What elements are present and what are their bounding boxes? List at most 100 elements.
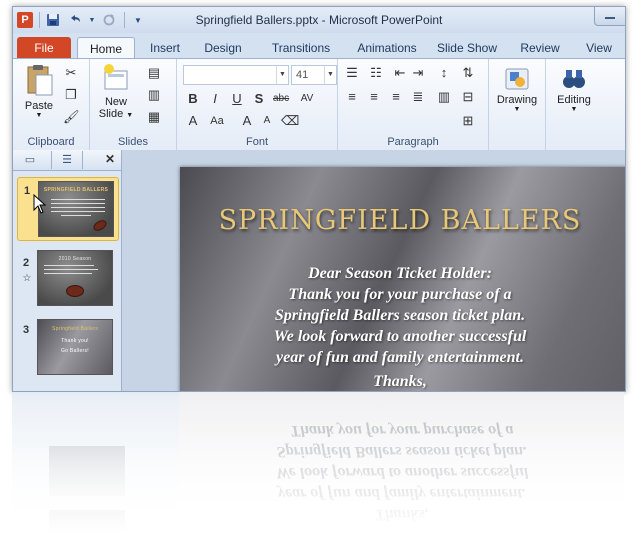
thumbnail-title: Springfield Ballers [52,326,98,332]
tab-file[interactable]: File [17,37,71,59]
character-spacing-icon[interactable]: AV [299,91,315,107]
change-case-icon[interactable]: Aa [209,113,225,129]
new-slide-label-2: Slide [98,108,124,120]
section-icon[interactable]: ▦ [146,109,162,125]
minimize-button[interactable] [594,7,625,26]
football-icon [91,218,109,233]
slide-number: 2 [23,257,30,269]
binoculars-icon [563,70,585,88]
shapes-icon [505,68,529,90]
align-text-icon[interactable]: ⊟ [460,89,476,105]
reflection-fade [12,392,624,542]
clipboard-group-label: Clipboard [27,136,75,148]
paragraph-group: ☰ ☷ ⇤ ⇥ ↕ ⇅ ≡ ≡ ≡ ≣ ▥ ⊟ ⊞ Paragraph [338,59,489,150]
font-size-combo[interactable]: 41 ▼ [291,65,337,85]
tab-insert[interactable]: Insert [137,37,193,59]
font-size-dropdown-icon[interactable]: ▼ [324,66,336,84]
strikethrough-icon[interactable]: abc [273,91,289,107]
paragraph-group-label: Paragraph [387,136,439,148]
slide-thumbnail-3[interactable]: 3 Springfield Ballers Thank you! Go Ball… [17,316,117,378]
window-title: Springfield Ballers.pptx - Microsoft Pow… [195,13,443,27]
bullets-icon[interactable]: ☰ [344,65,360,81]
slide-body-line: Dear Season Ticket Holder: [308,265,492,282]
tab-design[interactable]: Design [195,37,251,59]
slide-preview: SPRINGFIELD BALLERS [38,181,114,237]
align-left-icon[interactable]: ≡ [344,89,360,105]
font-name-dropdown-icon[interactable]: ▼ [276,66,288,84]
close-pane-icon[interactable]: ✕ [105,152,115,166]
slides-tab-icon[interactable]: ▭ [15,151,45,169]
align-right-icon[interactable]: ≡ [388,89,404,105]
underline-icon[interactable]: U [229,91,245,107]
tab-animations[interactable]: Animations [347,37,427,59]
grow-font-icon[interactable]: A [239,113,255,129]
slide-number: 1 [24,185,31,197]
editing-button[interactable]: Editing ▼ [548,67,600,113]
new-slide-icon [104,64,128,90]
slide-body[interactable]: Dear Season Ticket Holder: Thank you for… [180,263,620,391]
font-color-icon[interactable]: A [185,113,201,129]
text-shadow-icon[interactable]: S [251,91,267,107]
text-direction-icon[interactable]: ⇅ [460,65,476,81]
tab-review[interactable]: Review [513,37,567,59]
outline-tab-icon[interactable]: ☰ [51,151,83,169]
slide-body-line: Springfield Ballers season ticket plan. [274,307,526,324]
slide-thumbnail-2[interactable]: 2 ☆ 2010 Season [17,247,117,309]
bold-icon[interactable]: B [185,91,201,107]
slides-group-label: Slides [118,136,148,148]
slides-panel: ▭ ☰ ✕ 1 SPRINGFIELD BALLERS 2 ☆ 2010 Sea… [13,150,122,391]
new-slide-label-1: New [104,96,127,108]
title-bar: P ▼ ▼ Springfield Ballers.pptx - Microso… [13,7,625,33]
layout-icon[interactable]: ▤ [146,65,162,81]
drawing-group: Drawing ▼ [489,59,546,150]
copy-icon[interactable]: ❐ [63,87,79,103]
font-group-label: Font [245,136,268,148]
slide-number: 3 [23,324,30,336]
animation-star-icon: ☆ [22,273,32,284]
shrink-font-icon[interactable]: A [259,113,275,129]
slide-preview: Springfield Ballers Thank you! Go Baller… [37,319,113,375]
font-name-combo[interactable]: ▼ [183,65,289,85]
line-spacing-icon[interactable]: ↕ [436,65,452,81]
tab-slide-show[interactable]: Slide Show [431,37,503,59]
new-slide-button[interactable]: New Slide ▼ [96,63,136,120]
slide-body-line: We look forward to another successful [273,328,527,345]
clear-formatting-icon[interactable]: ⌫ [281,113,299,129]
slide-body-line: year of fun and family entertainment. [276,349,524,366]
drawing-label: Drawing [496,94,538,106]
numbering-icon[interactable]: ☷ [368,65,384,81]
slide-title[interactable]: SPRINGFIELD BALLERS [180,205,620,236]
cut-icon[interactable]: ✂ [63,65,79,81]
increase-indent-icon[interactable]: ⇥ [410,65,426,81]
mouse-cursor-icon [33,194,47,214]
columns-icon[interactable]: ▥ [436,89,452,105]
editing-group: Editing ▼ [546,59,602,150]
slide-body-line: Thanks, [373,373,427,390]
current-slide[interactable]: SPRINGFIELD BALLERS Dear Season Ticket H… [180,167,625,391]
thumbnail-line-2: Go Ballers! [60,348,90,354]
tab-transitions[interactable]: Transitions [257,37,345,59]
font-size-value: 41 [296,69,309,81]
slide-body-line: Thank you for your purchase of a [288,286,512,303]
format-painter-icon[interactable]: 🖌 [63,109,80,125]
ribbon-tabs: File Home Insert Design Transitions Anim… [13,33,625,60]
thumbnail-title: SPRINGFIELD BALLERS [43,187,109,193]
tab-home[interactable]: Home [77,37,135,60]
powerpoint-window: P ▼ ▼ Springfield Ballers.pptx - Microso… [12,6,626,392]
justify-icon[interactable]: ≣ [410,89,426,105]
smartart-icon[interactable]: ⊞ [460,113,476,129]
drawing-button[interactable]: Drawing ▼ [491,67,543,113]
clipboard-group: Paste ▼ ✂ ❐ 🖌 Clipboard [13,59,90,150]
decrease-indent-icon[interactable]: ⇤ [392,65,408,81]
align-center-icon[interactable]: ≡ [366,89,382,105]
tab-view[interactable]: View [577,37,621,59]
football-icon [66,285,84,297]
paste-label: Paste [24,100,54,112]
reset-icon[interactable]: ▥ [146,87,162,103]
slide-preview: 2010 Season [37,250,113,306]
thumbnail-line-1: Thank you! [61,338,89,344]
slides-panel-header: ▭ ☰ ✕ [13,150,121,171]
italic-icon[interactable]: I [207,91,223,107]
paste-button[interactable]: Paste ▼ [19,63,59,119]
paste-icon [27,65,53,96]
